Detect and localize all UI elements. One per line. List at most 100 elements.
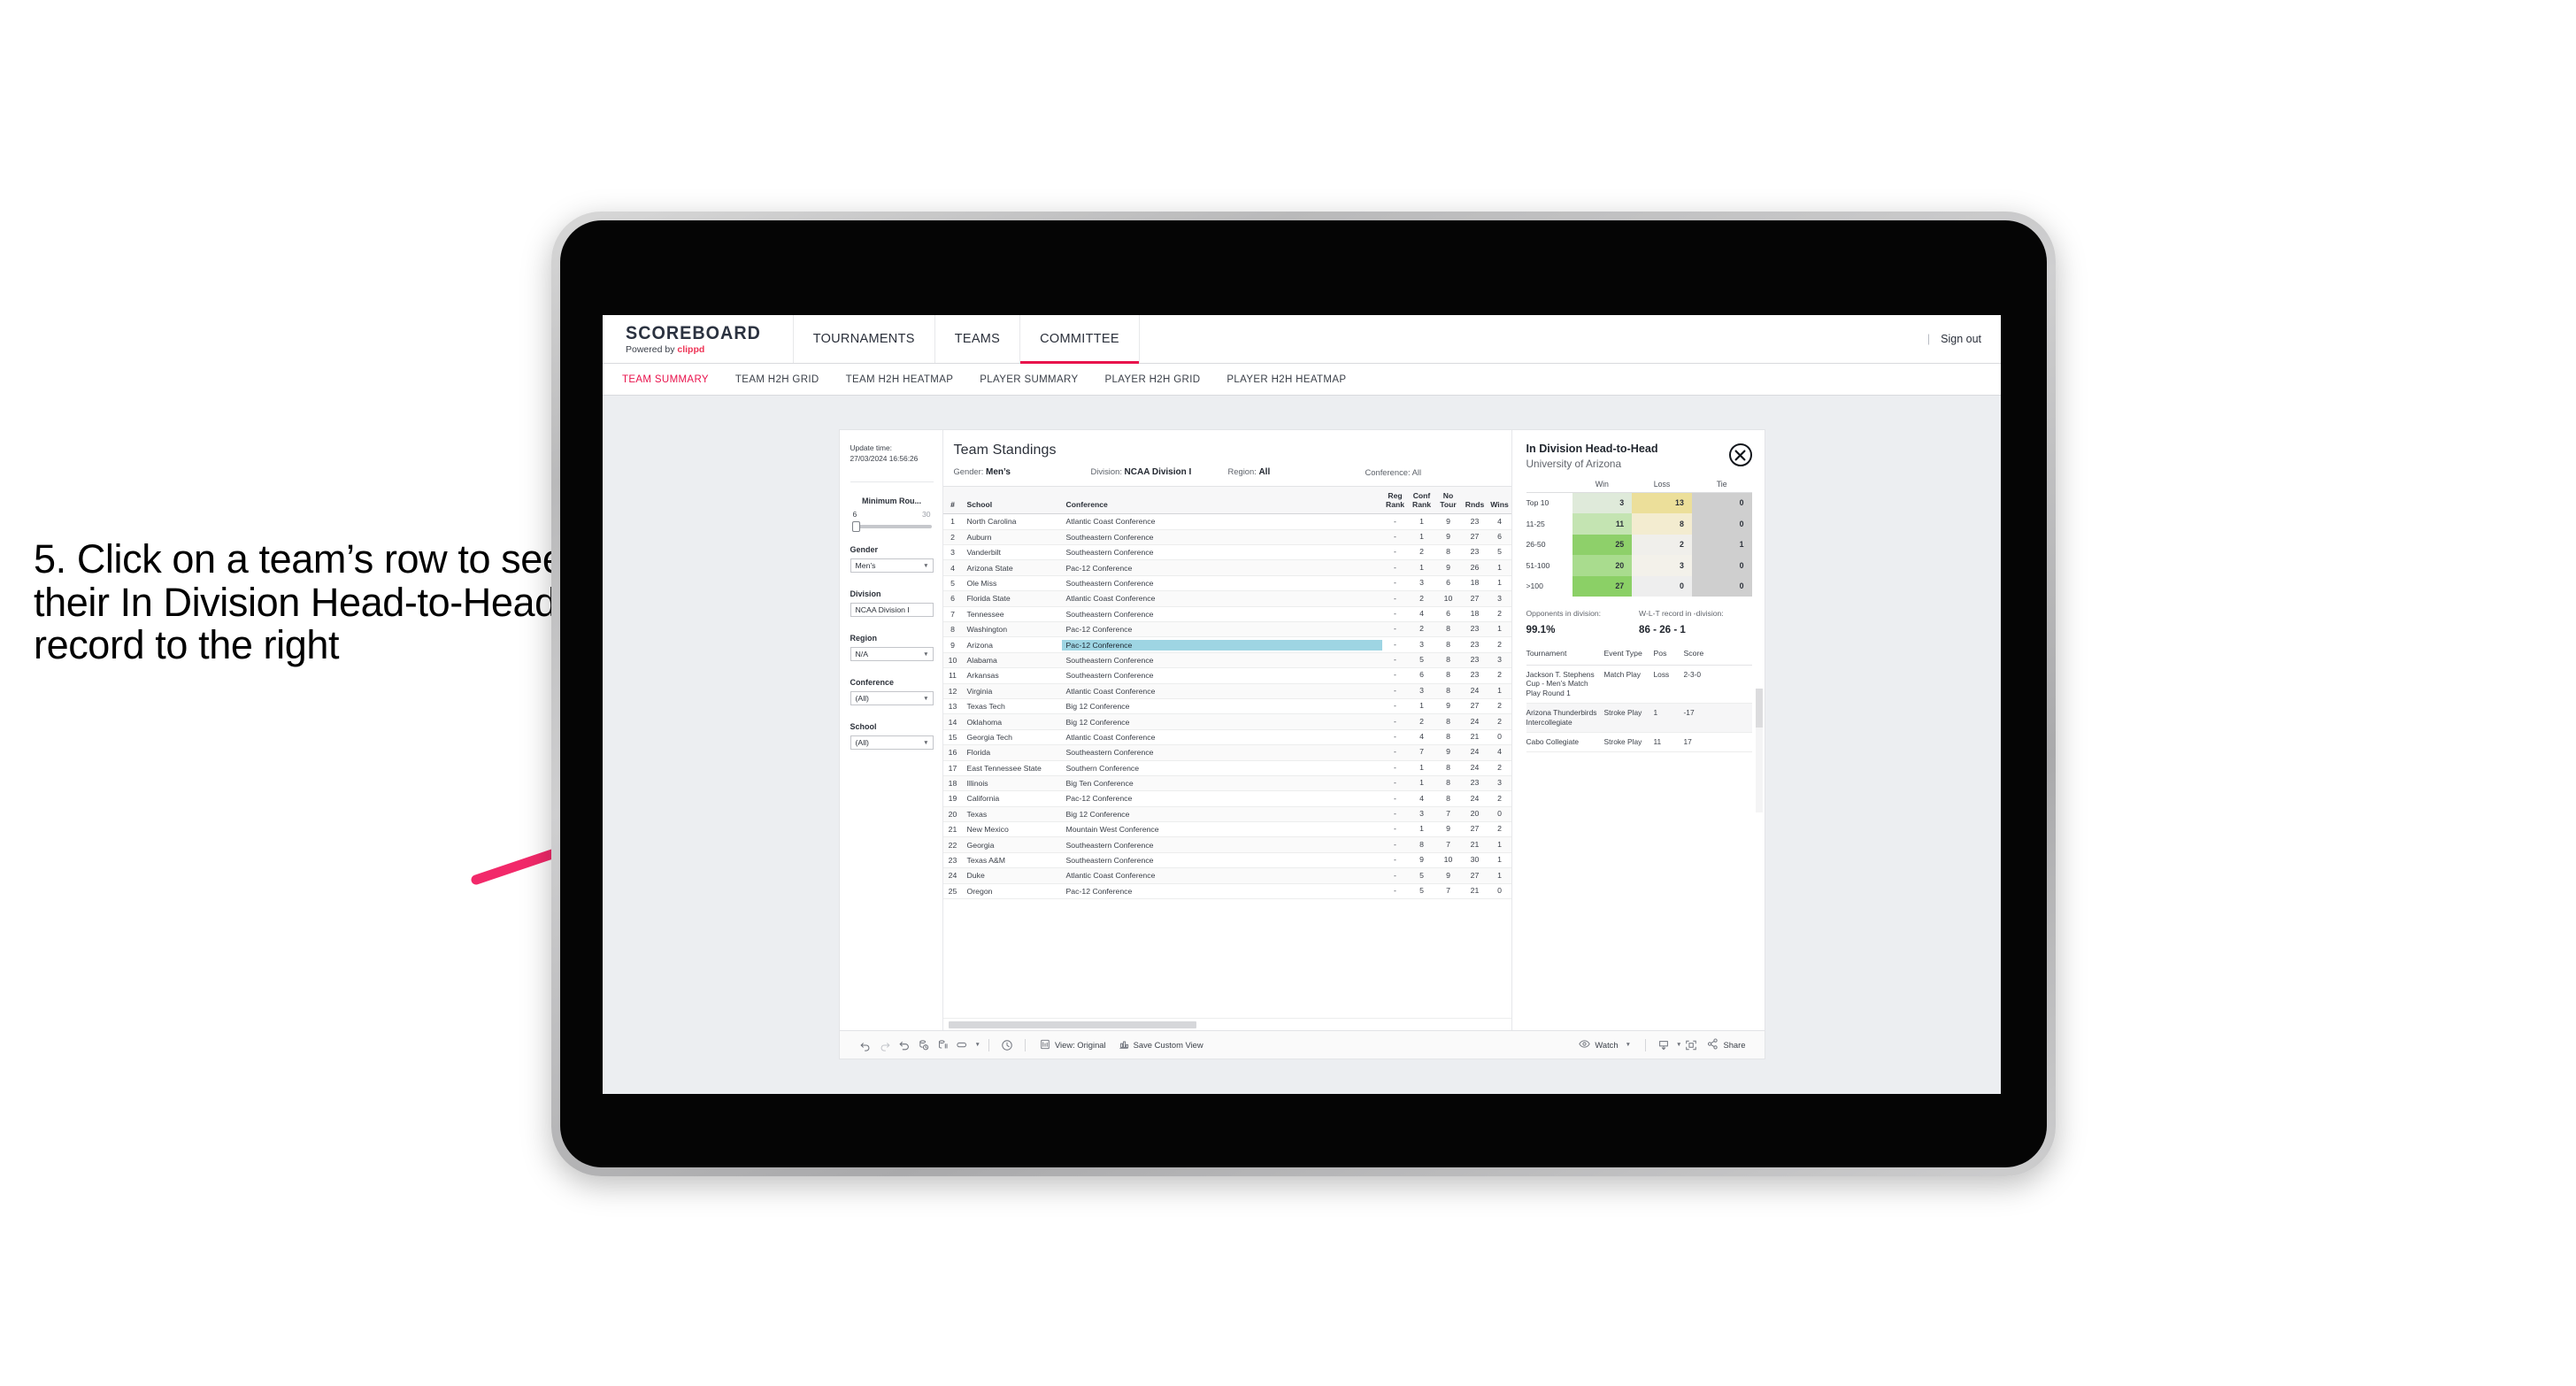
tab-team-h2h-heatmap[interactable]: TEAM H2H HEATMAP [846,374,954,385]
tournament-row[interactable]: Cabo Collegiate Stroke Play 11 17 [1526,733,1752,753]
table-row[interactable]: 15 Georgia Tech Atlantic Coast Conference -… [942,730,1511,746]
table-row[interactable]: 1 North Carolina Atlantic Coast Conference… [942,514,1511,530]
col-conference[interactable]: Conference [1062,500,1382,509]
conf-rank-cell: 9 [1419,855,1424,865]
close-icon[interactable] [1728,443,1752,466]
h2h-cell-win[interactable]: 20 [1572,555,1633,576]
conference-cell: Pac-12 Conference [1065,625,1133,635]
col-rnds[interactable]: Rnds [1462,500,1488,510]
rnds-cell: 23 [1470,778,1480,788]
table-row[interactable]: 21 New Mexico Mountain West Conference - 1 9 2… [942,822,1511,838]
conference-select[interactable]: (All) ▼ [850,691,934,706]
table-row[interactable]: 6 Florida State Atlantic Coast Conference -… [942,591,1511,607]
region-select[interactable]: N/A ▼ [850,647,934,662]
table-row[interactable]: 8 Washington Pac-12 Conference - 2 8 23 1 [942,621,1511,638]
table-row[interactable]: 24 Duke Atlantic Coast Conference - 5 9 27 1 [942,868,1511,884]
fullscreen-icon[interactable] [1681,1036,1701,1055]
share-button[interactable]: Share [1701,1038,1751,1051]
revert-icon[interactable] [895,1036,914,1055]
table-row[interactable]: 5 Ole Miss Southeastern Conference - 3 6 18 1 [942,576,1511,592]
h2h-cell-loss[interactable]: 13 [1632,492,1692,514]
h2h-cell-tie[interactable]: 1 [1691,534,1752,556]
table-row[interactable]: 17 East Tennessee State Southern Conferenc… [942,761,1511,776]
view-original-button[interactable]: View: Original [1034,1039,1112,1051]
watch-button[interactable]: Watch ▼ [1573,1039,1637,1051]
tournament-row[interactable]: Jackson T. Stephens Cup - Men’s Match Pl… [1526,666,1752,705]
school-cell: Vanderbilt [966,548,1001,558]
h2h-cell-tie[interactable]: 0 [1691,492,1752,514]
table-row[interactable]: 19 California Pac-12 Conference - 4 8 24 2 [942,791,1511,807]
nav-committee[interactable]: COMMITTEE [1020,315,1140,364]
nav-tournaments[interactable]: TOURNAMENTS [794,315,935,363]
table-row[interactable]: 22 Georgia Southeastern Conference - 8 7 21 1 [942,837,1511,853]
gender-select[interactable]: Men’s ▼ [850,558,934,574]
wins-cell: 2 [1497,716,1502,726]
h2h-cell-loss[interactable]: 3 [1632,555,1692,576]
h2h-cell-tie[interactable]: 0 [1691,555,1752,576]
sign-out-button[interactable]: | Sign out [1908,315,2001,363]
h2h-cell-loss[interactable]: 2 [1632,534,1692,556]
reg-rank-cell: - [1394,870,1396,880]
tab-player-h2h-heatmap[interactable]: PLAYER H2H HEATMAP [1226,374,1346,385]
table-row[interactable]: 11 Arkansas Southeastern Conference - 6 8 23 2 [942,668,1511,684]
school-select[interactable]: (All) ▼ [850,735,934,751]
undo-icon[interactable] [856,1036,875,1055]
brand-logo[interactable]: SCOREBOARD Powered by clippd [603,315,794,363]
refresh-data-icon[interactable] [914,1036,934,1055]
minimum-rounds-slider[interactable] [851,521,932,533]
table-row[interactable]: 7 Tennessee Southeastern Conference - 4 6 18 2 [942,607,1511,622]
conference-cell: Southeastern Conference [1065,748,1154,758]
col-no-tour[interactable]: No Tour [1435,491,1462,509]
h2h-cell-win[interactable]: 27 [1572,575,1633,597]
slider-handle[interactable] [851,521,860,533]
table-row[interactable]: 23 Texas A&M Southeastern Conference - 9 10 30… [942,853,1511,869]
col-wins[interactable]: Wins [1488,500,1511,510]
table-row[interactable]: 18 Illinois Big Ten Conference -1 8 23 3 [942,775,1511,792]
col-rank[interactable]: # [943,500,963,509]
chevron-down-icon[interactable]: ▼ [975,1042,980,1048]
rnds-cell: 23 [1470,639,1480,649]
h2h-cell-loss[interactable]: 8 [1632,513,1692,535]
h2h-cell-win[interactable]: 3 [1572,492,1633,514]
save-custom-view-button[interactable]: Save Custom View [1112,1039,1210,1051]
redo-icon[interactable] [875,1036,895,1055]
table-row[interactable]: 10 Alabama Southeastern Conference - 5 8 23 3 [942,652,1511,669]
col-reg-rank[interactable]: Reg Rank [1382,491,1409,509]
rank-cell: 22 [948,840,957,850]
division-select[interactable]: NCAA Division I [850,603,934,618]
table-row[interactable]: 4 Arizona State Pac-12 Conference - 1 9 26 1 [942,560,1511,576]
clock-icon[interactable] [997,1036,1017,1055]
tournaments-scrollbar-thumb[interactable] [1755,689,1763,728]
tab-team-summary[interactable]: TEAM SUMMARY [622,374,709,385]
table-row[interactable]: 12 Virginia Atlantic Coast Conference - 3 8 24… [942,683,1511,699]
table-row[interactable]: 16 Florida Southeastern Conference - 7 9 24 4 [942,745,1511,761]
col-conf-rank[interactable]: Conf Rank [1409,491,1435,509]
tournament-row[interactable]: Arizona Thunderbirds Intercollegiate Stro… [1526,704,1752,734]
presentation-icon[interactable] [953,1036,973,1055]
table-row[interactable]: 20 Texas Big 12 Conference - 3 7 20 0 [942,806,1511,823]
tab-player-summary[interactable]: PLAYER SUMMARY [980,374,1078,385]
applied-filters-row: Gender: Men’s Division: NCAA Division I … [943,458,1511,486]
col-school[interactable]: School [963,500,1062,509]
horizontal-scrollbar[interactable] [942,1018,1511,1030]
h2h-cell-tie[interactable]: 0 [1691,513,1752,535]
table-row[interactable]: 25 Oregon Pac-12 Conference - 5 7 21 0 [942,884,1511,900]
rank-cell: 8 [950,625,955,635]
scrollbar-thumb[interactable] [948,1021,1196,1028]
tab-team-h2h-grid[interactable]: TEAM H2H GRID [735,374,819,385]
h2h-cell-win[interactable]: 11 [1572,513,1633,535]
pause-updates-icon[interactable] [934,1036,953,1055]
table-row[interactable]: 14 Oklahoma Big 12 Conference - 2 8 24 2 [942,714,1511,730]
tab-player-h2h-grid[interactable]: PLAYER H2H GRID [1104,374,1200,385]
h2h-cell-win[interactable]: 25 [1572,534,1633,556]
download-icon[interactable] [1654,1036,1673,1055]
tournaments-scrollbar[interactable] [1755,689,1763,812]
h2h-cell-loss[interactable]: 0 [1632,575,1692,597]
table-row[interactable]: 3 Vanderbilt Southeastern Conference - 2 8 23 5 [942,545,1511,561]
conf-rank-cell: 1 [1419,824,1424,834]
table-row[interactable]: 13 Texas Tech Big 12 Conference - 1 9 27 2 [942,699,1511,715]
h2h-cell-tie[interactable]: 0 [1691,575,1752,597]
nav-teams[interactable]: TEAMS [935,315,1021,363]
table-row[interactable]: 9 Arizona Pac-12 Conference - 3 8 23 2 [942,637,1511,653]
table-row[interactable]: 2 Auburn Southeastern Conference - 1 9 27 6 [942,529,1511,546]
